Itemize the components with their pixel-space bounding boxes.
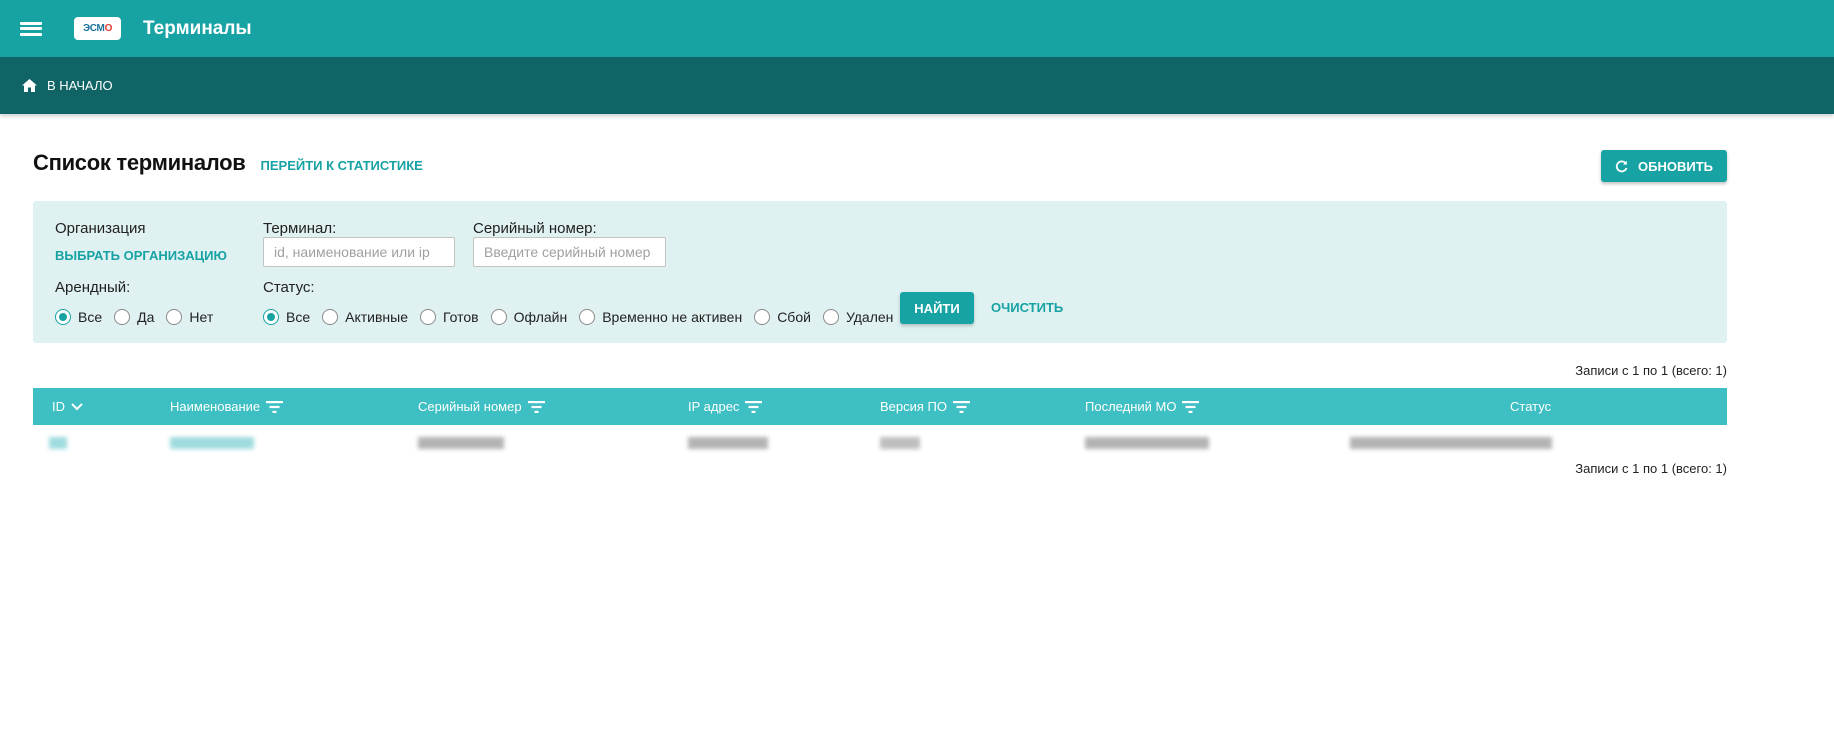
status-option-temporarily-inactive[interactable]: Временно не активен — [579, 309, 742, 325]
rent-option-yes[interactable]: Да — [114, 309, 154, 325]
cell-id-redacted[interactable] — [49, 437, 67, 449]
refresh-button[interactable]: ОБНОВИТЬ — [1601, 150, 1727, 182]
rent-option-all[interactable]: Все — [55, 309, 102, 325]
statistics-link[interactable]: ПЕРЕЙТИ К СТАТИСТИКЕ — [261, 158, 423, 173]
status-radio-group: Все Активные Готов Офлайн Временно не ак… — [263, 309, 905, 325]
status-option-deleted[interactable]: Удален — [822, 309, 893, 325]
find-button[interactable]: НАЙТИ — [900, 292, 974, 324]
radio-checked-icon — [263, 309, 279, 325]
refresh-icon — [1615, 160, 1628, 172]
radio-checked-icon — [55, 309, 71, 325]
status-label: Статус: — [263, 279, 315, 296]
select-organization-link[interactable]: ВЫБРАТЬ ОРГАНИЗАЦИЮ — [55, 248, 227, 263]
radio-unchecked-icon — [490, 309, 507, 325]
status-option-ready[interactable]: Готов — [420, 309, 479, 325]
refresh-button-label: ОБНОВИТЬ — [1638, 158, 1713, 174]
cell-version-redacted — [880, 437, 920, 449]
filter-icon — [953, 400, 970, 413]
cell-status-redacted — [1350, 437, 1552, 449]
column-header-software-version[interactable]: Версия ПО — [880, 388, 970, 425]
status-option-active[interactable]: Активные — [322, 309, 408, 325]
navigation-bar: В НАЧАЛО — [0, 57, 1834, 114]
radio-unchecked-icon — [420, 309, 436, 325]
column-header-ip-address[interactable]: IP адрес — [688, 388, 763, 425]
serial-number-label: Серийный номер: — [473, 220, 597, 237]
column-header-last-mo[interactable]: Последний МО — [1085, 388, 1200, 425]
radio-unchecked-icon — [822, 309, 839, 325]
table-row[interactable] — [33, 425, 1727, 459]
page-title: Список терминалов — [33, 150, 246, 175]
filter-panel: Организация ВЫБРАТЬ ОРГАНИЗАЦИЮ Терминал… — [33, 201, 1727, 343]
menu-icon[interactable] — [20, 20, 42, 38]
filter-icon — [266, 400, 284, 413]
rent-label: Арендный: — [55, 279, 131, 296]
filter-icon — [527, 400, 545, 413]
table-header: ID Наименование Серийный номер IP адрес … — [33, 388, 1727, 425]
cell-name-redacted[interactable] — [170, 437, 254, 449]
records-count-top: Записи с 1 по 1 (всего: 1) — [1575, 363, 1727, 378]
rent-option-no[interactable]: Нет — [166, 309, 213, 325]
status-option-failure[interactable]: Сбой — [754, 309, 811, 325]
cell-serial-redacted — [418, 437, 504, 449]
records-count-bottom: Записи с 1 по 1 (всего: 1) — [1575, 461, 1727, 476]
page-header: Список терминалов ПЕРЕЙТИ К СТАТИСТИКЕ — [33, 150, 423, 176]
clear-button[interactable]: ОЧИСТИТЬ — [991, 300, 1063, 315]
app-title: Терминалы — [143, 17, 252, 39]
radio-unchecked-icon — [114, 309, 131, 325]
column-header-serial-number[interactable]: Серийный номер — [418, 388, 545, 425]
cell-last-mo-redacted — [1085, 437, 1209, 449]
radio-unchecked-icon — [322, 309, 339, 325]
status-option-offline[interactable]: Офлайн — [490, 309, 567, 325]
rent-radio-group: Все Да Нет — [55, 309, 225, 325]
cell-ip-redacted — [688, 437, 768, 449]
organization-label: Организация — [55, 220, 146, 237]
status-option-all[interactable]: Все — [263, 309, 310, 325]
app-logo[interactable]: ЭСМ О — [74, 17, 121, 40]
radio-unchecked-icon — [166, 309, 183, 325]
home-icon — [22, 79, 37, 92]
filter-icon — [1182, 400, 1200, 413]
terminal-label: Терминал: — [263, 220, 337, 237]
home-link-label: В НАЧАЛО — [47, 78, 113, 93]
serial-number-input[interactable] — [473, 237, 666, 267]
terminal-search-input[interactable] — [263, 237, 455, 267]
radio-unchecked-icon — [754, 309, 771, 325]
home-link[interactable]: В НАЧАЛО — [22, 78, 113, 93]
filter-icon — [745, 400, 763, 413]
chevron-down-icon — [71, 402, 83, 410]
column-header-status[interactable]: Статус — [1510, 388, 1551, 425]
column-header-name[interactable]: Наименование — [170, 388, 284, 425]
top-app-bar: ЭСМ О Терминалы — [0, 0, 1834, 57]
radio-unchecked-icon — [579, 309, 596, 325]
column-header-id[interactable]: ID — [52, 388, 83, 425]
